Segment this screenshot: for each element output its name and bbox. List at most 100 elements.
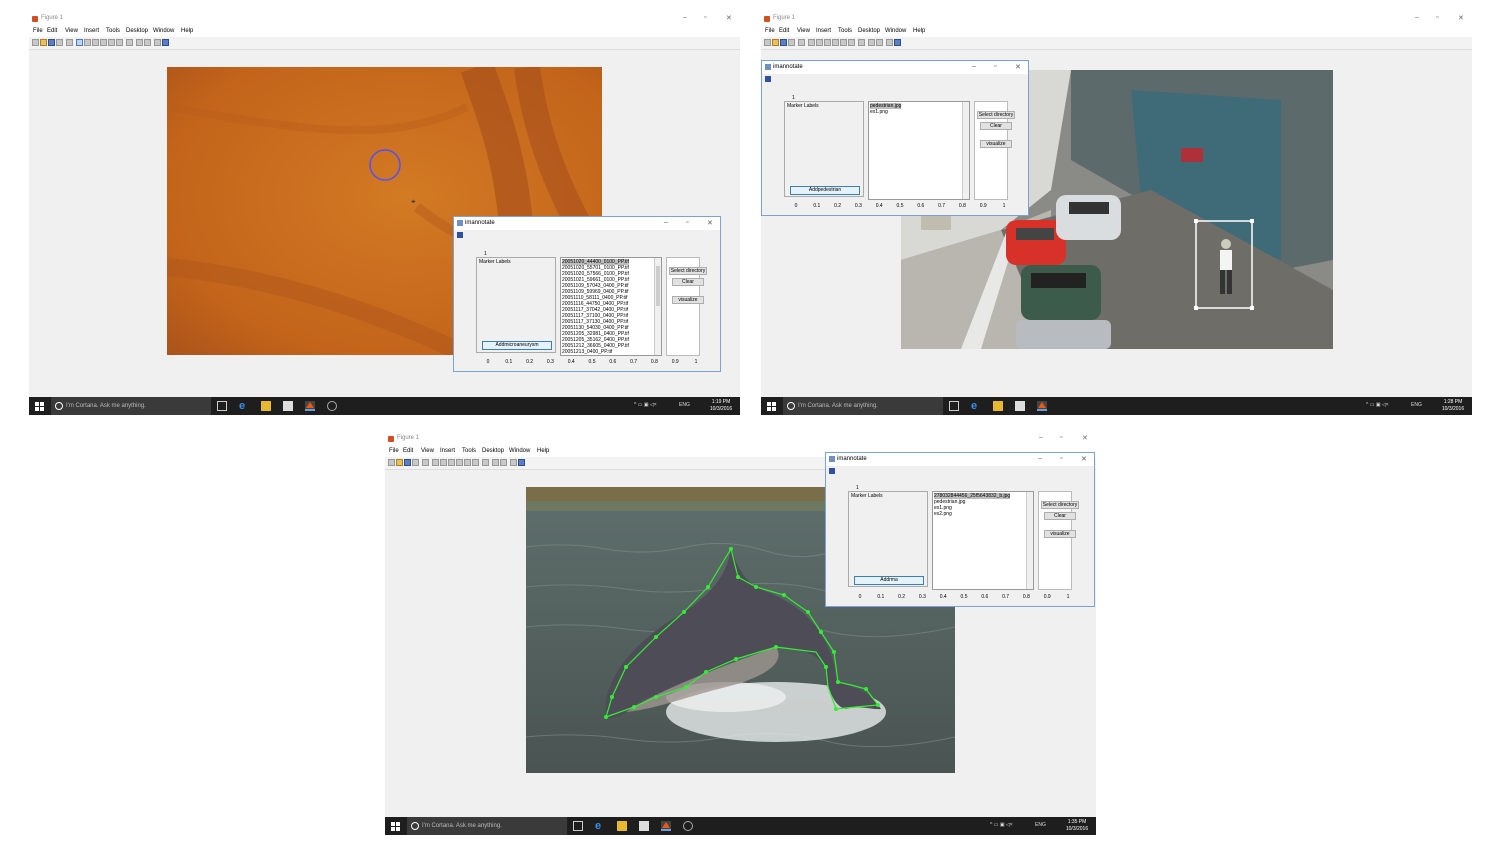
taskbar-clock[interactable]: 1:28 PM 10/3/2016 <box>1438 399 1468 413</box>
show-tools-icon[interactable] <box>162 39 169 46</box>
list-item[interactable]: ex1.png <box>870 109 888 115</box>
colorbar-icon[interactable] <box>136 39 143 46</box>
minimize-button[interactable]: – <box>1415 14 1419 21</box>
link-plot-icon[interactable] <box>126 39 133 46</box>
file-listbox[interactable]: 278032844456_25f5643832_b.jpg pedestrian… <box>932 491 1034 590</box>
brush-icon[interactable] <box>472 459 479 466</box>
save-icon[interactable] <box>780 39 787 46</box>
edge-browser-icon[interactable]: e <box>239 401 249 412</box>
hide-tools-icon[interactable] <box>154 39 161 46</box>
save-icon[interactable] <box>48 39 55 46</box>
add-label-button[interactable]: Addrma <box>854 576 924 585</box>
legend-icon[interactable] <box>144 39 151 46</box>
matlab-taskbar-icon[interactable] <box>661 821 671 831</box>
save-icon[interactable] <box>829 468 835 474</box>
store-icon[interactable] <box>639 821 649 831</box>
print-icon[interactable] <box>788 39 795 46</box>
windows-start-icon[interactable] <box>767 402 776 411</box>
menu-insert[interactable]: Insert <box>440 448 455 454</box>
close-button[interactable]: ✕ <box>726 14 732 22</box>
app-taskbar-icon[interactable] <box>683 821 693 831</box>
menu-insert[interactable]: Insert <box>816 28 831 34</box>
list-scrollbar[interactable] <box>654 258 661 355</box>
menu-window[interactable]: Window <box>885 28 906 34</box>
menu-edit[interactable]: Edit <box>779 28 789 34</box>
menu-help[interactable]: Help <box>181 28 193 34</box>
tray-icons[interactable]: ^ ▭ ▣ ◁× <box>1366 402 1389 408</box>
dialog-minimize-button[interactable]: – <box>1038 455 1042 462</box>
hide-tools-icon[interactable] <box>510 459 517 466</box>
matlab-taskbar-icon[interactable] <box>1037 401 1047 411</box>
pointer-icon[interactable] <box>798 39 805 46</box>
link-plot-icon[interactable] <box>858 39 865 46</box>
task-view-icon[interactable] <box>949 401 959 411</box>
add-label-button[interactable]: Addpedestrian <box>790 186 860 195</box>
brush-icon[interactable] <box>116 39 123 46</box>
colorbar-icon[interactable] <box>492 459 499 466</box>
pointer-icon[interactable] <box>66 39 73 46</box>
clear-button[interactable]: Clear <box>980 122 1012 130</box>
menu-edit[interactable]: Edit <box>47 28 57 34</box>
dialog-restore-button[interactable]: ▫ <box>686 219 688 226</box>
menu-window[interactable]: Window <box>153 28 174 34</box>
menu-insert[interactable]: Insert <box>84 28 99 34</box>
menu-desktop[interactable]: Desktop <box>126 28 148 34</box>
menu-view[interactable]: View <box>65 28 78 34</box>
menu-desktop[interactable]: Desktop <box>482 448 504 454</box>
language-indicator[interactable]: ENG <box>1035 822 1046 828</box>
data-cursor-icon[interactable] <box>464 459 471 466</box>
select-directory-button[interactable]: Select directory <box>1041 501 1079 509</box>
scroll-thumb[interactable] <box>656 266 660 306</box>
select-directory-button[interactable]: Select directory <box>669 267 707 275</box>
save-icon[interactable] <box>765 76 771 82</box>
menu-file[interactable]: File <box>765 28 775 34</box>
select-directory-button[interactable]: Select directory <box>977 111 1015 119</box>
show-tools-icon[interactable] <box>894 39 901 46</box>
clear-button[interactable]: Clear <box>672 278 704 286</box>
new-figure-icon[interactable] <box>32 39 39 46</box>
store-icon[interactable] <box>1015 401 1025 411</box>
language-indicator[interactable]: ENG <box>679 402 690 408</box>
legend-icon[interactable] <box>500 459 507 466</box>
zoom-out-icon[interactable] <box>816 39 823 46</box>
zoom-out-icon[interactable] <box>440 459 447 466</box>
print-icon[interactable] <box>56 39 63 46</box>
save-icon[interactable] <box>457 232 463 238</box>
edge-browser-icon[interactable]: e <box>971 401 981 412</box>
zoom-out-icon[interactable] <box>84 39 91 46</box>
cortana-search[interactable]: I'm Cortana. Ask me anything. <box>51 397 211 415</box>
task-view-icon[interactable] <box>573 821 583 831</box>
dialog-minimize-button[interactable]: – <box>972 63 976 70</box>
menu-window[interactable]: Window <box>509 448 530 454</box>
menu-help[interactable]: Help <box>913 28 925 34</box>
menu-tools[interactable]: Tools <box>838 28 852 34</box>
data-cursor-icon[interactable] <box>108 39 115 46</box>
colorbar-icon[interactable] <box>868 39 875 46</box>
visualize-button[interactable]: visualize <box>980 140 1012 148</box>
new-figure-icon[interactable] <box>388 459 395 466</box>
save-icon[interactable] <box>404 459 411 466</box>
brush-icon[interactable] <box>848 39 855 46</box>
open-file-icon[interactable] <box>772 39 779 46</box>
windows-start-icon[interactable] <box>391 822 400 831</box>
legend-icon[interactable] <box>876 39 883 46</box>
menu-tools[interactable]: Tools <box>106 28 120 34</box>
menu-view[interactable]: View <box>797 28 810 34</box>
list-item[interactable]: ex2.png <box>934 511 952 517</box>
clear-button[interactable]: Clear <box>1044 512 1076 520</box>
store-icon[interactable] <box>283 401 293 411</box>
open-file-icon[interactable] <box>396 459 403 466</box>
zoom-in-icon[interactable] <box>808 39 815 46</box>
pan-icon[interactable] <box>824 39 831 46</box>
app-taskbar-icon[interactable] <box>327 401 337 411</box>
show-tools-icon[interactable] <box>518 459 525 466</box>
add-label-button[interactable]: Addmicroaneurysm <box>482 341 552 350</box>
rotate-icon[interactable] <box>100 39 107 46</box>
list-scrollbar[interactable] <box>1026 492 1033 589</box>
link-plot-icon[interactable] <box>482 459 489 466</box>
new-figure-icon[interactable] <box>764 39 771 46</box>
close-button[interactable]: ✕ <box>1458 14 1464 22</box>
print-icon[interactable] <box>412 459 419 466</box>
rotate-icon[interactable] <box>456 459 463 466</box>
windows-start-icon[interactable] <box>35 402 44 411</box>
